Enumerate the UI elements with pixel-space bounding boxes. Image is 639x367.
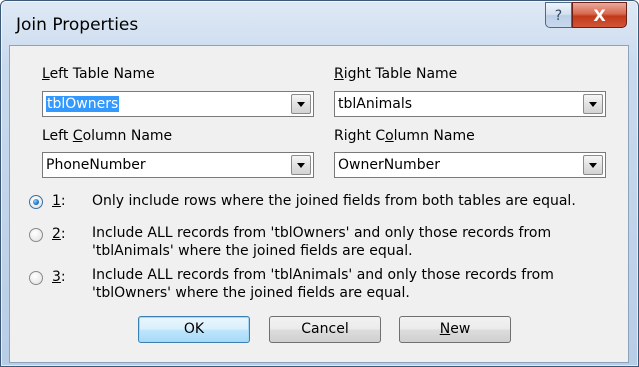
right-table-label: Right Table Name — [334, 66, 458, 82]
right-table-combo[interactable]: tblAnimals — [334, 91, 606, 117]
help-button[interactable]: ? — [545, 2, 572, 28]
right-column-combo[interactable]: OwnerNumber — [334, 152, 606, 178]
left-table-combo[interactable]: tblOwners — [42, 91, 314, 117]
new-button[interactable]: New — [399, 316, 511, 343]
option-3-text: Include ALL records from 'tblAnimals' an… — [92, 267, 554, 301]
chevron-down-icon[interactable] — [291, 155, 311, 175]
cancel-button[interactable]: Cancel — [269, 316, 381, 343]
left-column-combo[interactable]: PhoneNumber — [42, 152, 314, 178]
left-table-value: tblOwners — [46, 96, 120, 112]
left-table-label: Left Table Name — [42, 66, 155, 82]
help-icon: ? — [554, 8, 563, 24]
close-button[interactable]: X — [572, 2, 627, 28]
option-2-number: 2: — [52, 226, 66, 242]
title-bar[interactable]: Join Properties ? X — [1, 1, 638, 41]
close-icon: X — [593, 6, 606, 25]
left-column-label: Left Column Name — [42, 128, 173, 144]
option-2-text: Include ALL records from 'tblOwners' and… — [92, 225, 552, 259]
option-1-text: Only include rows where the joined field… — [92, 193, 576, 209]
chevron-down-icon[interactable] — [291, 94, 311, 114]
chevron-down-icon[interactable] — [583, 155, 603, 175]
radio-option-3[interactable] — [29, 271, 43, 285]
radio-option-1[interactable] — [29, 195, 43, 209]
window-title: Join Properties — [16, 15, 139, 35]
join-properties-dialog: Join Properties ? X Left Table Name tblO… — [0, 0, 639, 367]
right-table-value: tblAnimals — [338, 96, 413, 112]
radio-option-2[interactable] — [29, 228, 43, 242]
chevron-down-icon[interactable] — [583, 94, 603, 114]
right-column-value: OwnerNumber — [338, 157, 440, 173]
option-1-number: 1: — [52, 193, 66, 209]
right-column-label: Right Column Name — [334, 128, 475, 144]
option-3-number: 3: — [52, 269, 66, 285]
dialog-body: Left Table Name tblOwners Right Table Na… — [9, 45, 629, 363]
left-column-value: PhoneNumber — [46, 157, 146, 173]
ok-button[interactable]: OK — [138, 316, 250, 343]
